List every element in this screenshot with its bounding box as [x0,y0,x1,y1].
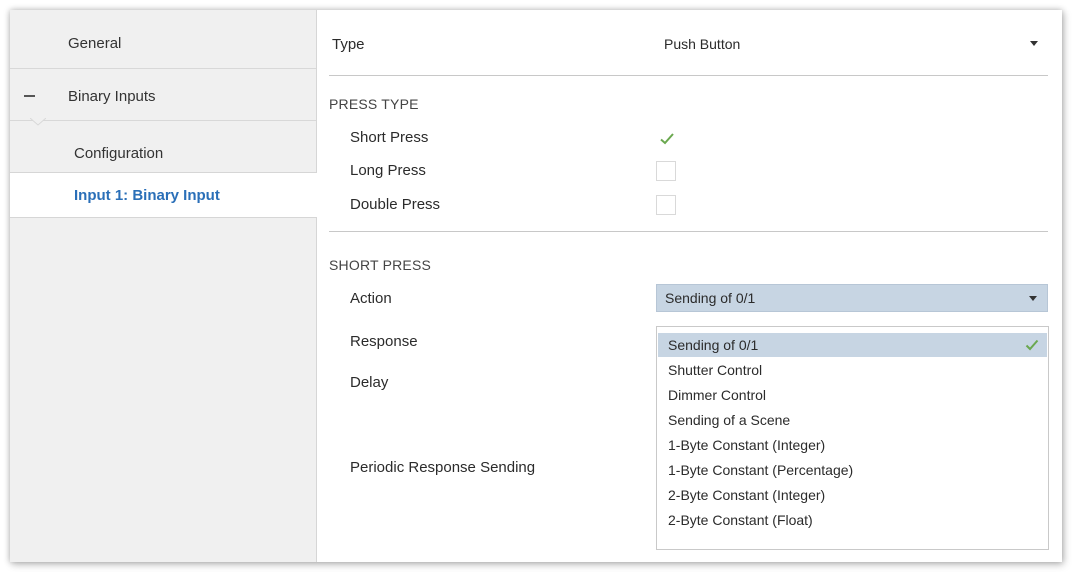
dropdown-option-label: 2-Byte Constant (Float) [668,512,813,528]
short-press-heading: SHORT PRESS [329,257,432,273]
dropdown-option-shutter-control[interactable]: Shutter Control [658,358,1047,382]
dropdown-option-2byte-float[interactable]: 2-Byte Constant (Float) [658,508,1047,532]
periodic-response-label: Periodic Response Sending [350,459,536,476]
press-type-heading: PRESS TYPE [329,96,419,112]
sidebar: General Binary Inputs Configuration Inpu… [10,10,317,562]
sidebar-divider [10,68,316,69]
sidebar-item-general[interactable]: General [10,20,316,66]
dropdown-option-label: Sending of a Scene [668,412,791,428]
caret-down-icon [1030,41,1038,46]
section-divider [329,231,1048,232]
dropdown-option-label: Dimmer Control [668,387,767,403]
dropdown-option-label: 1-Byte Constant (Integer) [668,437,826,453]
long-press-checkbox[interactable] [656,161,676,181]
action-label: Action [350,290,392,307]
dropdown-option-sending-0-1[interactable]: Sending of 0/1 [658,333,1047,357]
short-press-label: Short Press [350,129,429,146]
tree-notch-icon [30,118,46,126]
type-select-value: Push Button [664,36,741,52]
caret-down-icon [1029,296,1037,301]
response-label: Response [350,333,418,350]
dropdown-option-label: 2-Byte Constant (Integer) [668,487,826,503]
sidebar-item-configuration[interactable]: Configuration [10,130,316,176]
dropdown-option-2byte-integer[interactable]: 2-Byte Constant (Integer) [658,483,1047,507]
check-icon [1025,339,1039,351]
double-press-label: Double Press [350,196,441,213]
sidebar-item-label: General [68,34,122,52]
dropdown-option-1byte-percentage[interactable]: 1-Byte Constant (Percentage) [658,458,1047,482]
long-press-label: Long Press [350,162,426,179]
section-divider [329,75,1048,76]
sidebar-divider [10,120,316,121]
short-press-checkbox[interactable] [656,128,676,148]
action-select[interactable]: Sending of 0/1 [656,284,1048,312]
dropdown-option-sending-scene[interactable]: Sending of a Scene [658,408,1047,432]
sidebar-item-label: Binary Inputs [68,87,156,105]
minus-icon[interactable] [24,95,35,97]
sidebar-item-label: Input 1: Binary Input [74,186,220,204]
dropdown-option-label: 1-Byte Constant (Percentage) [668,462,854,478]
dropdown-option-label: Shutter Control [668,362,763,378]
sidebar-item-binary-inputs[interactable]: Binary Inputs [10,73,316,119]
dropdown-option-1byte-integer[interactable]: 1-Byte Constant (Integer) [658,433,1047,457]
type-select[interactable]: Push Button [656,30,1048,58]
delay-label: Delay [350,374,389,391]
app-window: General Binary Inputs Configuration Inpu… [10,10,1062,562]
type-label: Type [332,36,365,53]
action-select-value: Sending of 0/1 [665,290,756,306]
sidebar-item-label: Configuration [74,144,164,162]
dropdown-option-label: Sending of 0/1 [668,337,759,353]
parameters-panel: Type Push Button PRESS TYPE Short Press … [317,10,1062,562]
check-icon [660,133,674,145]
dropdown-option-dimmer-control[interactable]: Dimmer Control [658,383,1047,407]
action-dropdown-list: Sending of 0/1 Shutter Control Dimmer Co… [656,326,1049,550]
sidebar-item-input-1[interactable]: Input 1: Binary Input [10,172,317,218]
double-press-checkbox[interactable] [656,195,676,215]
